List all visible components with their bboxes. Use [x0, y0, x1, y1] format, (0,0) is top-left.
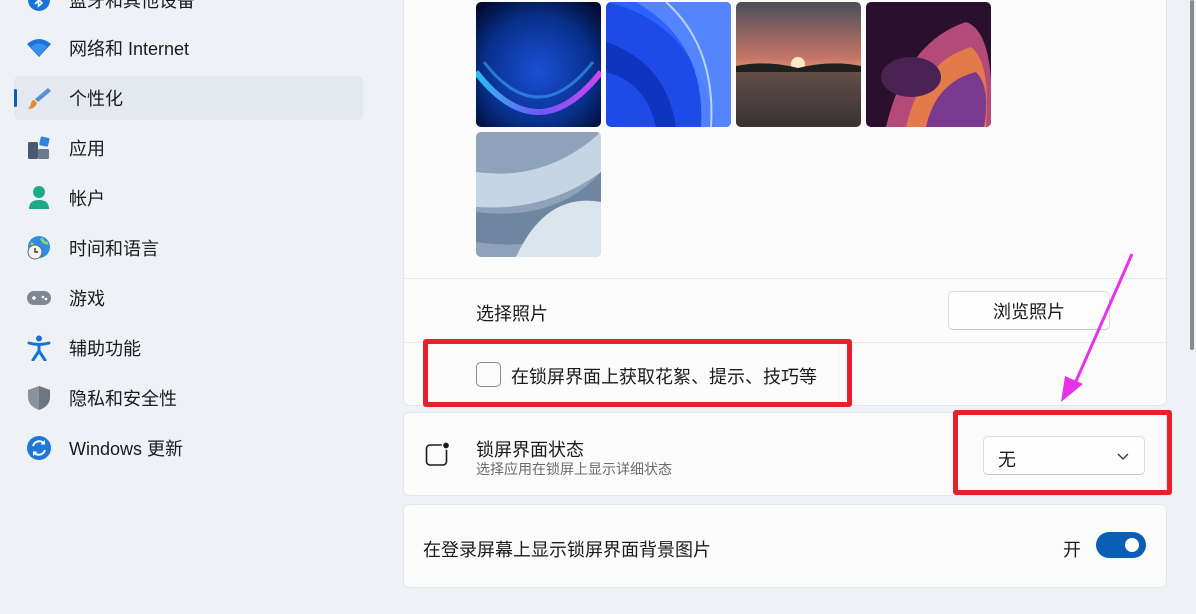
- gamepad-icon: [26, 285, 52, 311]
- sidebar-item-network[interactable]: 网络和 Internet: [14, 26, 363, 70]
- sidebar-item-personalization[interactable]: 个性化: [14, 76, 363, 120]
- account-icon: [26, 185, 52, 211]
- lock-status-subtitle: 选择应用在锁屏上显示详细状态: [476, 461, 672, 477]
- sidebar-item-label: 网络和 Internet: [69, 39, 190, 59]
- scrollbar[interactable]: [1190, 0, 1194, 350]
- wifi-icon: [26, 35, 52, 61]
- sidebar-item-label: 时间和语言: [69, 239, 159, 259]
- sidebar-item-label: 游戏: [69, 289, 105, 309]
- toggle-knob: [1125, 538, 1139, 552]
- shield-icon: [26, 385, 52, 411]
- lock-status-icon: [424, 440, 452, 468]
- apps-icon: [26, 135, 52, 161]
- selection-indicator: [14, 89, 17, 107]
- sidebar-item-apps[interactable]: 应用: [14, 126, 363, 170]
- sidebar-item-windows-update[interactable]: Windows 更新: [14, 426, 363, 470]
- sidebar-item-label: 应用: [69, 139, 105, 159]
- browse-photos-button[interactable]: 浏览照片: [948, 291, 1110, 330]
- choose-photo-label: 选择照片: [476, 304, 548, 324]
- sidebar-item-label: 个性化: [69, 89, 123, 109]
- wallpaper-thumbnail[interactable]: [476, 2, 601, 127]
- sidebar-item-label: Windows 更新: [69, 439, 184, 459]
- sidebar-item-label: 辅助功能: [69, 339, 141, 359]
- wallpaper-thumbnail[interactable]: [476, 132, 601, 257]
- sidebar-item-label: 蓝牙和其他设备: [69, 0, 195, 11]
- sidebar-item-accounts[interactable]: 帐户: [14, 176, 363, 220]
- toggle-state-label: 开: [1063, 540, 1081, 560]
- tips-checkbox-label[interactable]: 在锁屏界面上获取花絮、提示、技巧等: [511, 363, 817, 389]
- wallpaper-thumbnail[interactable]: [866, 2, 991, 127]
- sidebar-item-accessibility[interactable]: 辅助功能: [14, 326, 363, 370]
- brush-icon: [26, 85, 52, 111]
- signin-background-toggle[interactable]: [1096, 532, 1146, 558]
- accessibility-icon: [26, 335, 52, 361]
- globe-clock-icon: [26, 235, 52, 261]
- signin-background-label: 在登录屏幕上显示锁屏界面背景图片: [423, 540, 711, 560]
- bluetooth-icon: [26, 0, 52, 13]
- sidebar-item-privacy[interactable]: 隐私和安全性: [14, 376, 363, 420]
- sidebar-item-gaming[interactable]: 游戏: [14, 276, 363, 320]
- sidebar-item-label: 隐私和安全性: [69, 389, 177, 409]
- sidebar-item-bluetooth[interactable]: 蓝牙和其他设备: [14, 0, 363, 22]
- divider: [403, 278, 1167, 279]
- settings-sidebar: 蓝牙和其他设备 网络和 Internet 个性化 应用 帐户 时间和语言 游戏 …: [0, 0, 380, 614]
- wallpaper-thumbnail[interactable]: [606, 2, 731, 127]
- update-icon: [26, 435, 52, 461]
- dropdown-value: 无: [998, 450, 1016, 470]
- wallpaper-thumbnail[interactable]: [736, 2, 861, 127]
- sidebar-item-time-language[interactable]: 时间和语言: [14, 226, 363, 270]
- lock-status-dropdown[interactable]: 无: [983, 436, 1145, 475]
- tips-checkbox[interactable]: [476, 362, 501, 387]
- sidebar-item-label: 帐户: [69, 189, 105, 209]
- divider: [403, 342, 1167, 343]
- chevron-down-icon: [1116, 449, 1130, 463]
